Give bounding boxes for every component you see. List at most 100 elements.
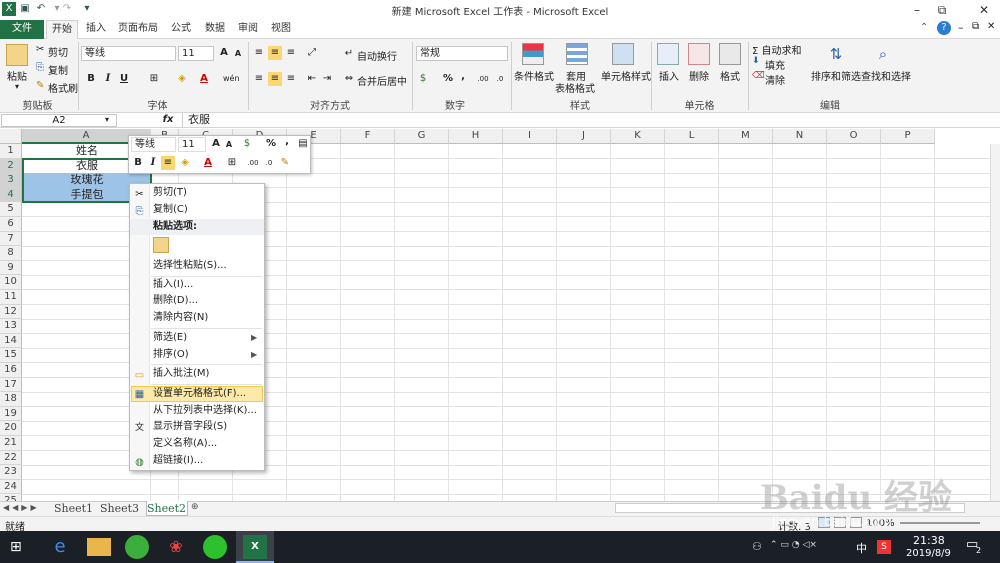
sheet-tab-sheet2[interactable]: Sheet2 xyxy=(146,501,188,516)
autosum-button[interactable]: Σ 自动求和 xyxy=(752,42,802,57)
mini-grow-font-icon[interactable]: A xyxy=(209,137,223,151)
format-as-table-icon[interactable] xyxy=(566,43,588,65)
menu-item-format-cells[interactable]: 设置单元格格式(F)... xyxy=(130,386,264,402)
copy-icon[interactable]: ⎘ xyxy=(36,62,44,73)
column-header-k[interactable]: K xyxy=(611,129,665,144)
mini-align-center-icon[interactable]: ≡ xyxy=(161,156,175,170)
tab-home[interactable]: 开始 xyxy=(46,20,78,40)
underline-button[interactable]: U xyxy=(117,72,131,86)
ime-indicator[interactable]: 中 xyxy=(856,540,867,556)
align-center-icon[interactable]: ≡ xyxy=(268,72,282,86)
menu-item-paste-special[interactable]: 选择性粘贴(S)... xyxy=(130,258,264,274)
row-header-15[interactable]: 15 xyxy=(0,348,22,363)
row-header-18[interactable]: 18 xyxy=(0,392,22,407)
sort-filter-button[interactable]: 排序和筛选 xyxy=(811,68,861,83)
row-header-19[interactable]: 19 xyxy=(0,406,22,422)
format-as-table-line2[interactable]: 表格格式 xyxy=(555,80,595,95)
row-header-10[interactable]: 10 xyxy=(0,275,22,290)
cell-styles-button[interactable]: 单元格样式 xyxy=(601,68,651,83)
wechat-icon[interactable] xyxy=(203,535,227,559)
conditional-format-button[interactable]: 条件格式 xyxy=(514,68,554,83)
row-header-13[interactable]: 13 xyxy=(0,319,22,334)
clear-icon[interactable]: ⌫ xyxy=(752,71,765,81)
doc-restore-icon[interactable]: ⧉ xyxy=(972,21,979,32)
mini-decrease-decimal-icon[interactable]: .0 xyxy=(262,156,276,170)
doc-close-icon[interactable]: ✕ xyxy=(987,21,995,32)
mini-format-painter-icon[interactable]: ✎ xyxy=(278,156,292,170)
column-header-i[interactable]: I xyxy=(503,129,557,144)
row-header-16[interactable]: 16 xyxy=(0,363,22,378)
fill-button[interactable]: 填充 xyxy=(765,57,785,72)
mini-shrink-font-icon[interactable]: A xyxy=(222,138,236,152)
delete-cells-button[interactable]: 删除 xyxy=(689,68,709,83)
zoom-slider[interactable] xyxy=(900,522,980,524)
select-all-corner[interactable] xyxy=(0,129,22,144)
find-select-button[interactable]: 查找和选择 xyxy=(861,68,911,83)
cut-button[interactable]: 剪切 xyxy=(48,44,68,59)
close-icon[interactable]: ✕ xyxy=(972,1,996,19)
mini-italic-button[interactable]: I xyxy=(146,156,160,170)
delete-cells-icon[interactable] xyxy=(688,43,710,65)
decrease-indent-icon[interactable]: ⇤ xyxy=(305,72,319,86)
mini-font-color-icon[interactable]: A xyxy=(201,156,215,170)
phonetic-button[interactable]: wén xyxy=(223,72,240,86)
mini-bold-button[interactable]: B xyxy=(131,156,145,170)
name-box-dropdown-icon[interactable]: ▾ xyxy=(105,115,109,124)
row-header-24[interactable]: 24 xyxy=(0,479,22,495)
merge-icon[interactable]: ⇔ xyxy=(342,72,356,86)
file-explorer-icon[interactable] xyxy=(87,538,111,556)
format-painter-icon[interactable]: ✎ xyxy=(36,80,44,91)
menu-item-filter[interactable]: 筛选(E) xyxy=(130,330,264,346)
row-header-3[interactable]: 3 xyxy=(0,173,22,188)
tab-review[interactable]: 审阅 xyxy=(234,20,262,39)
row-header-7[interactable]: 7 xyxy=(0,231,22,247)
mini-fill-color-icon[interactable]: ◈ xyxy=(178,156,192,170)
orientation-icon[interactable]: ⤢ xyxy=(305,46,319,60)
menu-item-insert-comment[interactable]: 插入批注(M) xyxy=(130,366,264,382)
mini-percent-button[interactable]: % xyxy=(264,137,278,151)
menu-item-cut[interactable]: 剪切(T) xyxy=(130,185,264,201)
mini-font-combo[interactable]: 等线 xyxy=(131,137,176,152)
font-name-combo[interactable]: 等线 xyxy=(81,46,176,61)
row-header-14[interactable]: 14 xyxy=(0,333,22,349)
borders-icon[interactable]: ⊞ xyxy=(147,72,161,86)
windows-start-icon[interactable]: ⊞ xyxy=(10,539,22,555)
row-header-12[interactable]: 12 xyxy=(0,304,22,320)
mini-comma-button[interactable]: , xyxy=(280,135,294,149)
row-header-17[interactable]: 17 xyxy=(0,377,22,393)
row-header-2[interactable]: 2 xyxy=(0,158,22,174)
tab-page-layout[interactable]: 页面布局 xyxy=(114,20,162,39)
fill-color-icon[interactable]: ◈ xyxy=(175,72,189,86)
grow-font-button[interactable]: A xyxy=(217,46,231,60)
restore-ribbon-icon[interactable]: ⧉ xyxy=(930,1,954,19)
sort-filter-icon[interactable]: ⇅ xyxy=(825,43,847,65)
row-header-8[interactable]: 8 xyxy=(0,246,22,261)
row-header-1[interactable]: 1 xyxy=(0,144,22,159)
copy-button[interactable]: 复制 xyxy=(48,62,68,77)
menu-item-define-name[interactable]: 定义名称(A)... xyxy=(130,436,264,452)
row-header-9[interactable]: 9 xyxy=(0,260,22,276)
clear-button[interactable]: 清除 xyxy=(765,72,785,87)
row-header-11[interactable]: 11 xyxy=(0,290,22,305)
sheet-nav-arrows-icon[interactable]: ◀◀▶▶ xyxy=(3,503,40,512)
row-header-23[interactable]: 23 xyxy=(0,465,22,480)
edge-icon[interactable]: e xyxy=(48,535,72,559)
menu-item-clear-contents[interactable]: 清除内容(N) xyxy=(130,310,264,326)
paste-dropdown-icon[interactable]: ▾ xyxy=(15,82,19,91)
menu-item-pick-from-list[interactable]: 从下拉列表中选择(K)... xyxy=(130,403,264,419)
column-header-m[interactable]: M xyxy=(719,129,773,144)
column-header-n[interactable]: N xyxy=(773,129,827,144)
row-header-20[interactable]: 20 xyxy=(0,421,22,436)
mini-borders-icon[interactable]: ⊞ xyxy=(225,156,239,170)
row-header-22[interactable]: 22 xyxy=(0,450,22,466)
paste-icon[interactable] xyxy=(6,44,28,66)
number-format-combo[interactable]: 常规 xyxy=(416,46,508,61)
wrap-text-button[interactable]: 自动换行 xyxy=(357,48,397,63)
clock-time[interactable]: 21:38 xyxy=(913,534,945,547)
formula-input[interactable]: 衣服 xyxy=(182,113,982,127)
merge-center-button[interactable]: 合并后居中 xyxy=(357,73,407,88)
tab-formulas[interactable]: 公式 xyxy=(166,20,196,39)
accounting-format-icon[interactable]: $ xyxy=(416,72,430,86)
fill-icon[interactable]: ⬇ xyxy=(752,56,760,66)
font-color-icon[interactable]: A xyxy=(197,72,211,86)
